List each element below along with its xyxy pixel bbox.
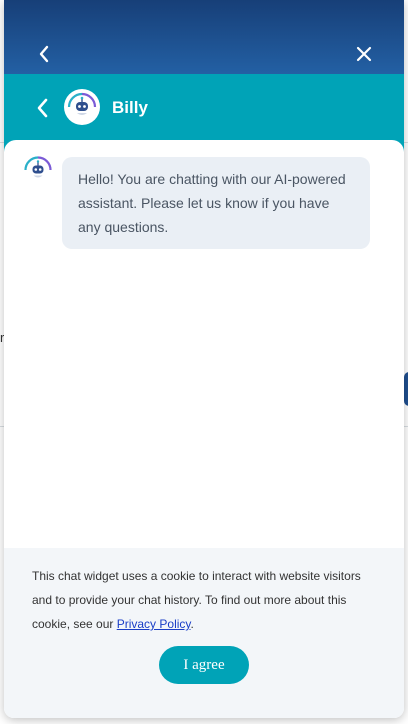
widget-header (4, 0, 404, 74)
chat-body[interactable]: Hello! You are chatting with our AI-powe… (4, 140, 404, 718)
close-button[interactable] (350, 40, 378, 68)
background-button-fragment (404, 372, 408, 406)
message-avatar (24, 156, 52, 184)
chat-widget: Billy Hello! You are chatting with our A… (4, 0, 404, 718)
cookie-text-end: . (190, 617, 194, 631)
close-icon (356, 46, 372, 62)
back-button[interactable] (30, 40, 58, 68)
chevron-left-icon (39, 45, 49, 63)
cookie-notice: This chat widget uses a cookie to intera… (4, 548, 404, 718)
cookie-text-main: This chat widget uses a cookie to intera… (32, 569, 361, 631)
chevron-left-icon (37, 98, 48, 118)
agent-avatar (64, 89, 100, 125)
robot-icon (67, 92, 97, 121)
agent-back-button[interactable] (28, 94, 56, 122)
cookie-notice-text: This chat widget uses a cookie to intera… (32, 564, 378, 636)
agent-name: Billy (112, 98, 148, 117)
robot-icon (24, 156, 52, 183)
privacy-policy-link[interactable]: Privacy Policy (117, 617, 191, 631)
message-bubble: Hello! You are chatting with our AI-powe… (62, 157, 370, 249)
agree-button[interactable]: I agree (159, 646, 249, 684)
